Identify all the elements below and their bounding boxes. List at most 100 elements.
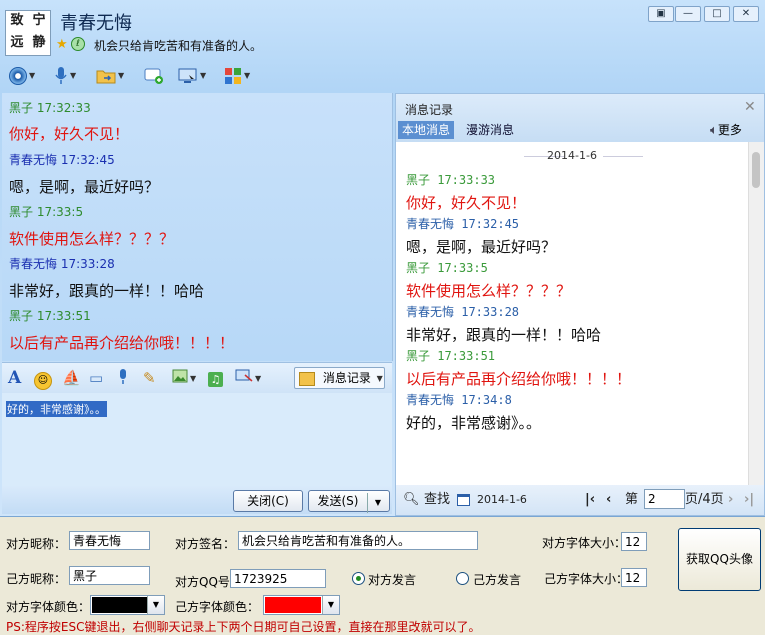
message-input[interactable]: 好的，非常感谢》。。 (2, 393, 392, 486)
peer-speak-radio[interactable] (352, 572, 365, 585)
history-text: 以后有产品再介绍给你哦！！！！ (406, 370, 632, 388)
peer-color-swatch (92, 597, 148, 613)
self-speak-radio[interactable] (456, 572, 469, 585)
history-title: 消息记录 (405, 103, 454, 117)
font-icon[interactable]: A (8, 368, 21, 388)
message-record-button[interactable]: 消息记录 ▼ (294, 367, 385, 389)
peer-nick-label: 对方昵称： (6, 537, 67, 551)
avatar-char: 静 (32, 35, 46, 50)
scrollbar-thumb[interactable] (752, 152, 760, 188)
chevron-down-icon: ▼ (376, 373, 383, 383)
skin-button[interactable]: ▣ (648, 6, 674, 22)
remote-desktop-icon[interactable]: ▼ (178, 63, 206, 87)
emoji-icon[interactable]: ☺ (34, 368, 52, 390)
calendar-icon[interactable] (457, 491, 470, 509)
self-color-select[interactable]: ▼ (263, 595, 340, 615)
camera-icon[interactable]: ▼ (9, 63, 35, 87)
history-header: 消息记录 ✕ 本地消息 漫游消息 🔈︎更多 (396, 94, 764, 142)
send-button[interactable]: 发送(S) ▼ (308, 490, 390, 513)
close-window-button[interactable]: ✕ (733, 6, 759, 22)
minimize-button[interactable]: — (675, 6, 701, 22)
message-text: 以后有产品再介绍给你哦！！！！ (9, 334, 235, 352)
maximize-button[interactable]: □ (704, 6, 730, 22)
message-text: 嗯，是啊，最近好吗？ (9, 178, 160, 196)
message-meta: 青春无悔 17:33:28 (9, 257, 115, 271)
message-text: 非常好，跟真的一样！！哈哈 (9, 282, 205, 300)
tab-local-messages[interactable]: 本地消息 (398, 121, 455, 139)
music-icon[interactable]: ♫ (208, 368, 223, 388)
send-options-icon[interactable]: ▼ (367, 493, 388, 513)
send-label: 发送(S) (317, 494, 359, 508)
file-transfer-icon[interactable]: ▼ (96, 63, 124, 87)
divider (603, 156, 643, 157)
microphone-icon[interactable]: ▼ (54, 63, 76, 87)
avatar-char: 宁 (32, 13, 46, 28)
more-button[interactable]: 🔈︎更多 (710, 121, 742, 140)
peer-nick-input[interactable]: 青春无悔 (69, 531, 150, 550)
history-meta: 黑子 17:33:5 (406, 261, 488, 275)
history-meta: 青春无悔 17:34:8 (406, 393, 512, 407)
tab-roaming-messages[interactable]: 漫游消息 (466, 121, 514, 139)
history-scrollbar[interactable] (748, 142, 764, 485)
self-nick-label: 己方昵称： (6, 572, 67, 586)
self-color-label: 己方字体颜色： (175, 600, 260, 614)
contact-name: 青春无悔 (60, 13, 132, 34)
contact-signature: 机会只给肯吃苦和有准备的人。 (94, 39, 263, 53)
history-message-list[interactable]: 2014-1-6 黑子 17:33:33 你好，好久不见！ 青春无悔 17:32… (396, 142, 764, 485)
history-text: 非常好，跟真的一样！！哈哈 (406, 326, 602, 344)
image-icon[interactable]: ▼ (172, 368, 196, 389)
more-label: 更多 (717, 123, 742, 137)
first-page-icon[interactable]: |‹ (585, 491, 595, 509)
chevron-down-icon[interactable]: ▼ (322, 596, 339, 614)
screen-shake-icon[interactable]: ▭ (89, 368, 103, 388)
history-text: 你好，好久不见！ (406, 194, 527, 212)
history-text: 嗯，是啊，最近好吗？ (406, 238, 557, 256)
qzone-icon[interactable]: ℓ (71, 37, 85, 51)
speaker-icon: 🔈︎ (710, 123, 718, 138)
message-meta: 黑子 17:32:33 (9, 101, 91, 115)
history-meta: 黑子 17:33:33 (406, 173, 496, 187)
next-page-icon[interactable]: › (728, 491, 733, 509)
apps-icon[interactable]: ▼ (224, 63, 250, 87)
peer-color-label: 对方字体颜色： (6, 600, 91, 614)
message-text: 软件使用怎么样？？？？ (9, 230, 175, 248)
history-text: 好的，非常感谢》。。 (406, 414, 542, 432)
qq-chat-window: 致 宁 远 静 青春无悔 ★ ℓ 机会只给肯吃苦和有准备的人。 ▣ — □ ✕ … (0, 0, 765, 517)
magic-emoticon-icon[interactable]: ⛵ (62, 368, 81, 388)
search-icon[interactable]: 🔍︎ (403, 491, 420, 509)
record-icon (299, 371, 315, 386)
format-toolbar: A ☺ ⛵ ▭ ✎ ▼ ♫ ▼ 消息记录 ▼ (2, 362, 392, 394)
peer-sig-input[interactable]: 机会只给肯吃苦和有准备的人。 (238, 531, 478, 550)
peer-font-size-label: 对方字体大小： (542, 536, 627, 550)
voice-message-icon[interactable] (117, 368, 129, 391)
peer-color-select[interactable]: ▼ (90, 595, 165, 615)
self-nick-input[interactable]: 黑子 (69, 566, 150, 585)
message-meta: 黑子 17:33:5 (9, 205, 84, 219)
close-icon[interactable]: ✕ (744, 99, 756, 115)
message-record-label: 消息记录 (322, 371, 371, 385)
self-font-size-input[interactable]: 12 (621, 568, 647, 587)
get-qq-avatar-button[interactable]: 获取QQ头像 (678, 528, 761, 591)
peer-qq-input[interactable]: 1723925 (230, 569, 326, 588)
ps-note: PS:程序按ESC键退出，右侧聊天记录上下两个日期可自己设置，直接在那里改就可以… (6, 620, 481, 634)
chat-message-area[interactable]: 黑子 17:32:33 你好，好久不见！ 青春无悔 17:32:45 嗯，是啊，… (2, 93, 393, 361)
sms-icon[interactable] (144, 63, 164, 87)
self-speak-label[interactable]: 己方发言 (473, 571, 521, 588)
search-label[interactable]: 查找 (424, 491, 450, 509)
peer-speak-label[interactable]: 对方发言 (368, 571, 416, 588)
avatar-char: 远 (10, 35, 24, 50)
page-number-input[interactable]: 2 (644, 489, 685, 509)
message-history-panel: 消息记录 ✕ 本地消息 漫游消息 🔈︎更多 2014-1-6 黑子 17:33:… (395, 93, 765, 516)
screenshot-icon[interactable]: ▼ (235, 368, 261, 389)
chevron-down-icon[interactable]: ▼ (147, 596, 164, 614)
peer-font-size-input[interactable]: 12 (621, 532, 647, 551)
contact-avatar[interactable]: 致 宁 远 静 (5, 10, 51, 56)
doodle-icon[interactable]: ✎ (143, 368, 156, 388)
last-page-icon[interactable]: ›| (744, 491, 754, 509)
close-button[interactable]: 关闭(C) (233, 490, 303, 512)
prev-page-icon[interactable]: ‹ (606, 491, 611, 509)
history-date[interactable]: 2014-1-6 (477, 491, 527, 509)
message-text: 你好，好久不见！ (9, 125, 130, 143)
history-date-separator: 2014-1-6 (547, 149, 597, 162)
history-text: 软件使用怎么样？？？？ (406, 282, 572, 300)
